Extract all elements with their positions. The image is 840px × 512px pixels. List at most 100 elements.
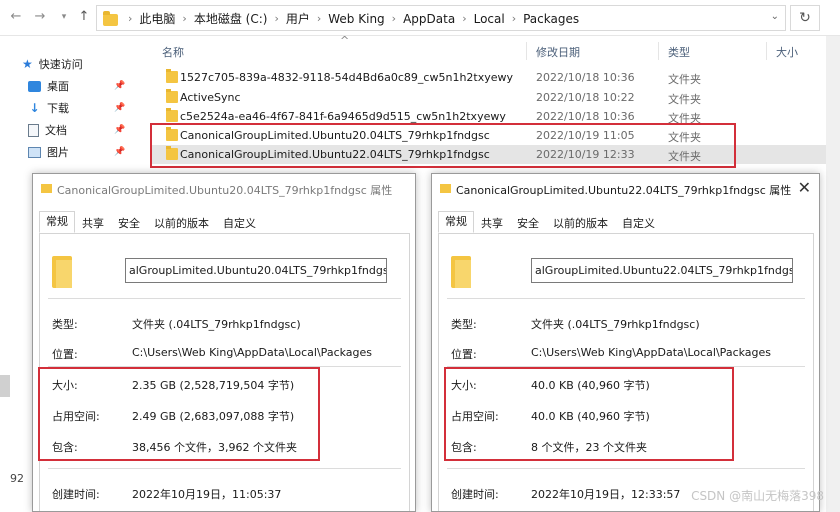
- type-value: 文件夹 (.04LTS_79rhkp1fndgsc): [531, 318, 700, 331]
- file-name: ActiveSync: [180, 91, 241, 104]
- forward-arrow-icon[interactable]: →: [32, 9, 48, 25]
- folder-icon: [166, 108, 178, 122]
- folder-name-input[interactable]: alGroupLimited.Ubuntu22.04LTS_79rhkp1fnd…: [531, 258, 793, 283]
- crumb-users[interactable]: 用户: [286, 10, 310, 27]
- highlight-box: [150, 123, 736, 168]
- crumb-local[interactable]: Local: [474, 12, 505, 26]
- crumb-packages[interactable]: Packages: [523, 12, 579, 26]
- crumb-web-king[interactable]: Web King: [328, 12, 384, 26]
- divider: [48, 298, 401, 299]
- file-name: c5e2524a-ea46-4f67-841f-6a9465d9d515_cw5…: [180, 110, 506, 123]
- column-modified[interactable]: 修改日期: [536, 44, 580, 60]
- highlight-box: [38, 367, 320, 461]
- sidebar-item-label: 桌面: [47, 80, 69, 93]
- tab-previous-versions[interactable]: 以前的版本: [546, 213, 615, 233]
- picture-icon: [28, 146, 41, 158]
- column-name[interactable]: 名称: [162, 44, 184, 60]
- file-type: 文件夹: [668, 73, 701, 86]
- sidebar-item-label: 快速访问: [38, 58, 83, 71]
- pin-icon[interactable]: 📌: [114, 125, 125, 135]
- refresh-button[interactable]: ↻: [790, 5, 820, 31]
- recent-chevron-down-icon[interactable]: ▾: [56, 9, 72, 25]
- column-header: ^ 名称 修改日期 类型 大小: [150, 34, 826, 62]
- folder-name-input[interactable]: alGroupLimited.Ubuntu20.04LTS_79rhkp1fnd…: [125, 258, 387, 283]
- pin-icon[interactable]: 📌: [114, 103, 125, 113]
- address-dropdown-icon[interactable]: ⌄: [771, 11, 779, 22]
- large-folder-icon: [52, 256, 72, 288]
- sidebar-selected-item[interactable]: [0, 375, 10, 397]
- refresh-icon: ↻: [799, 10, 811, 26]
- tab-sharing[interactable]: 共享: [75, 213, 111, 233]
- crumb-this-pc[interactable]: 此电脑: [139, 10, 175, 27]
- folder-icon: [166, 89, 178, 103]
- watermark: CSDN @南山无梅落398: [691, 489, 824, 503]
- dialog-title: CanonicalGroupLimited.Ubuntu22.04LTS_79r…: [456, 184, 792, 197]
- column-size[interactable]: 大小: [776, 44, 798, 60]
- location-value: C:\Users\Web King\AppData\Local\Packages: [132, 346, 373, 359]
- chevron-right-icon: ›: [391, 12, 397, 25]
- sidebar-item-label: 下载: [47, 102, 69, 115]
- back-arrow-icon[interactable]: ←: [8, 9, 24, 25]
- column-divider[interactable]: [526, 42, 527, 60]
- tab-security[interactable]: 安全: [510, 213, 546, 233]
- highlight-box: [444, 367, 734, 461]
- item-count: 92: [10, 472, 24, 485]
- tab-security[interactable]: 安全: [111, 213, 147, 233]
- tab-customize[interactable]: 自定义: [615, 213, 662, 233]
- download-icon: ↓: [29, 101, 40, 115]
- chevron-right-icon: ›: [128, 12, 133, 25]
- created-label: 创建时间:: [451, 488, 499, 501]
- created-label: 创建时间:: [52, 488, 100, 501]
- properties-dialog-ubuntu20: CanonicalGroupLimited.Ubuntu20.04LTS_79r…: [32, 173, 416, 512]
- chevron-right-icon: ›: [462, 12, 467, 25]
- tab-general[interactable]: 常规: [438, 211, 474, 233]
- document-icon: [28, 123, 39, 137]
- tab-sharing[interactable]: 共享: [474, 213, 510, 233]
- location-label: 位置:: [451, 348, 477, 361]
- chevron-right-icon: ›: [511, 12, 517, 25]
- tab-strip: 常规 共享 安全 以前的版本 自定义: [39, 211, 263, 233]
- vertical-scrollbar[interactable]: [826, 36, 840, 512]
- desktop-icon: [28, 80, 41, 92]
- tab-general[interactable]: 常规: [39, 211, 75, 233]
- type-label: 类型:: [52, 318, 78, 331]
- file-row[interactable]: 1527c705-839a-4832-9118-54d4Bd6a0c89_cw5…: [150, 68, 826, 87]
- file-row[interactable]: ActiveSync 2022/10/18 10:22 文件夹: [150, 88, 826, 107]
- large-folder-icon: [451, 256, 471, 288]
- divider: [447, 298, 805, 299]
- chevron-right-icon: ›: [182, 12, 187, 25]
- created-value: 2022年10月19日，11:05:37: [132, 488, 282, 501]
- folder-icon: [103, 11, 118, 26]
- tab-previous-versions[interactable]: 以前的版本: [147, 213, 216, 233]
- file-date: 2022/10/18 10:36: [536, 71, 635, 84]
- tab-strip: 常规 共享 安全 以前的版本 自定义: [438, 211, 662, 233]
- breadcrumb: › 此电脑 › 本地磁盘 (C:) › 用户 › Web King › AppD…: [121, 10, 579, 27]
- close-icon[interactable]: ✕: [798, 178, 811, 197]
- address-toolbar: ← → ▾ ↑ › 此电脑 › 本地磁盘 (C:) › 用户 › Web Kin…: [0, 0, 840, 36]
- dialog-titlebar: CanonicalGroupLimited.Ubuntu20.04LTS_79r…: [33, 174, 415, 204]
- up-arrow-icon[interactable]: ↑: [76, 9, 92, 25]
- sidebar-item-documents[interactable]: 文档: [28, 122, 67, 138]
- folder-icon: [41, 184, 52, 193]
- sidebar-quick-access[interactable]: ★ 快速访问: [22, 56, 83, 72]
- crumb-appdata[interactable]: AppData: [403, 12, 455, 26]
- sort-up-icon: ^: [340, 34, 350, 47]
- sidebar-item-desktop[interactable]: 桌面: [28, 78, 69, 94]
- tab-customize[interactable]: 自定义: [216, 213, 263, 233]
- folder-icon: [166, 69, 178, 83]
- pin-icon[interactable]: 📌: [114, 81, 125, 91]
- folder-icon: [440, 184, 451, 193]
- column-divider[interactable]: [658, 42, 659, 60]
- location-value: C:\Users\Web King\AppData\Local\Packages: [531, 346, 772, 359]
- file-name: 1527c705-839a-4832-9118-54d4Bd6a0c89_cw5…: [180, 71, 514, 84]
- crumb-c-drive[interactable]: 本地磁盘 (C:): [194, 10, 268, 27]
- star-icon: ★: [22, 57, 33, 71]
- column-divider[interactable]: [766, 42, 767, 60]
- column-type[interactable]: 类型: [668, 44, 690, 60]
- type-value: 文件夹 (.04LTS_79rhkp1fndgsc): [132, 318, 301, 331]
- sidebar-item-pictures[interactable]: 图片: [28, 144, 69, 160]
- pin-icon[interactable]: 📌: [114, 147, 125, 157]
- file-type: 文件夹: [668, 93, 701, 106]
- sidebar-item-downloads[interactable]: ↓ 下载: [28, 100, 69, 116]
- address-bar[interactable]: › 此电脑 › 本地磁盘 (C:) › 用户 › Web King › AppD…: [96, 5, 786, 31]
